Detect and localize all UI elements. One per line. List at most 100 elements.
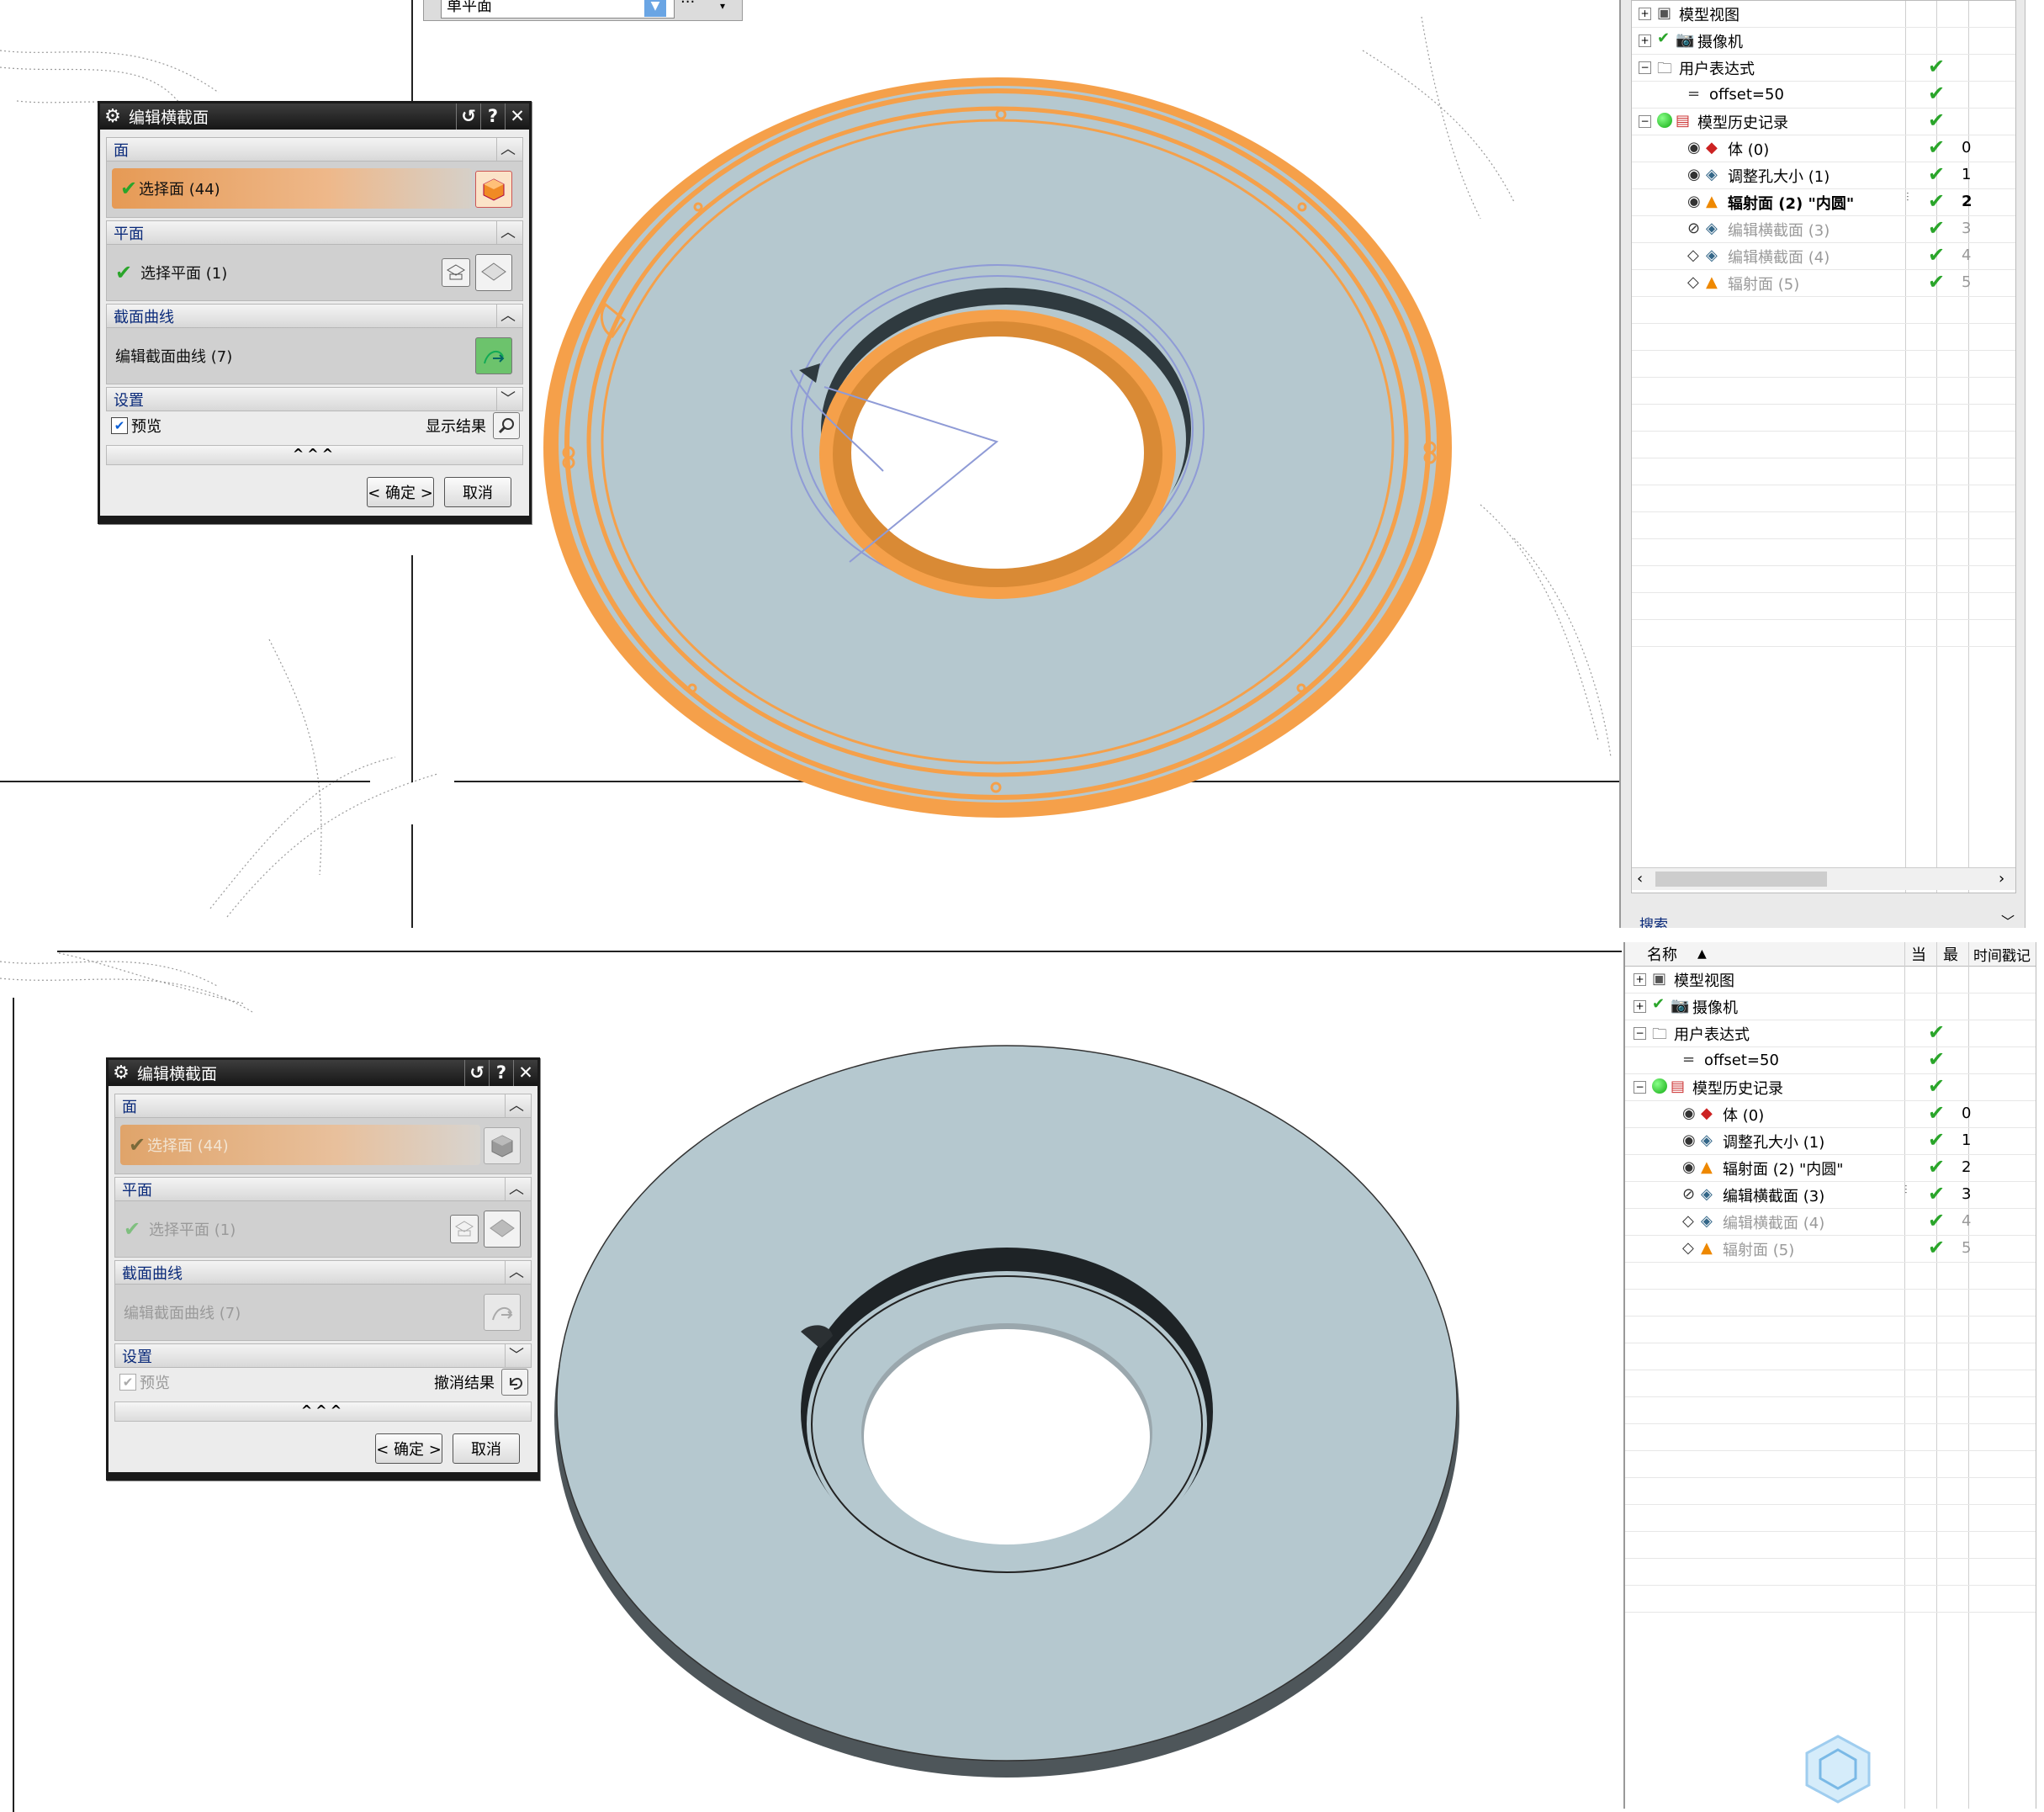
section-face-header[interactable]: 面 ︿ [106,137,523,162]
plane-selector-icon[interactable] [475,254,512,291]
more-options-expander[interactable]: ^^^ [114,1401,532,1422]
undo-icon[interactable] [501,1369,528,1396]
section-plane-header[interactable]: 平面 ︿ [114,1177,532,1201]
chevron-up-icon[interactable]: ︿ [496,305,519,327]
tree-row[interactable]: ◉ ▲ 辐射面 (2) "内圆" ⫶ ✔ 2 [1632,189,2015,216]
scroll-right-icon[interactable]: › [1999,870,2004,887]
tree-row[interactable]: ◇ ▲ 辐射面 (5) ✔ 5 [1625,1236,2036,1263]
part-navigator-bottom[interactable]: 名称 ▲ 当 最 时间戳记 + ▣ 模型视图 + ✔ 📷 摄像机 − 🗀 用户表达式 ✔ = offse… [1623,942,2036,1809]
expand-toggle-icon[interactable]: + [1634,1000,1646,1013]
scroll-thumb[interactable] [1655,872,1827,887]
visibility-icon[interactable]: ◉ [1682,1105,1696,1122]
dialog-title-bar[interactable]: ⚙ 编辑横截面 ↺ ? ✕ [100,103,529,130]
cancel-button[interactable]: 取消 [444,477,511,507]
sort-ascending-icon[interactable]: ▲ [1697,947,1707,961]
bottom-viewport[interactable]: ⚙ 编辑横截面 ↺ ? ✕ 面 ︿ ✔ 选择面 (44) 平面 ︿ ✔ 选择平面… [0,928,1622,1812]
visibility-icon[interactable]: ◇ [1687,273,1699,291]
tree-row[interactable]: ◉ ◆ 体 (0) ✔ 0 [1632,135,2015,162]
curve-edit-icon[interactable] [475,337,512,374]
section-settings-header[interactable]: 设置 ﹀ [114,1343,532,1368]
close-icon[interactable]: ✕ [505,103,529,130]
tree-row[interactable]: − ▤ 模型历史记录 ✔ [1625,1074,2036,1101]
select-face-row[interactable]: ✔ 选择面 (44) [106,162,523,218]
dialog-title-bar[interactable]: ⚙ 编辑横截面 ↺ ? ✕ [109,1060,537,1086]
help-icon[interactable]: ? [489,1060,513,1086]
chevron-up-icon[interactable]: ︿ [505,1094,527,1117]
magnifier-icon[interactable] [493,412,520,439]
plane-dialog-icon[interactable] [442,258,470,287]
section-curve-header[interactable]: 截面曲线 ︿ [114,1260,532,1285]
tree-row[interactable]: ◉ ◆ 体 (0) ✔ 0 [1625,1101,2036,1128]
tree-row[interactable]: ◇ ◈ 编辑横截面 (4) ✔ 4 [1632,243,2015,270]
reset-icon[interactable]: ↺ [456,103,480,130]
tree-row[interactable]: ◇ ▲ 辐射面 (5) ✔ 5 [1632,270,2015,297]
chevron-down-icon[interactable]: ﹀ [496,388,519,411]
expand-toggle-icon[interactable]: + [1634,973,1646,986]
tree-row[interactable]: + ✔ 📷 摄像机 [1625,993,2036,1020]
part-navigator-top[interactable]: + ▣ 模型视图 + ✔ 📷 摄像机 − 🗀 用户表达式 ✔ = offset=50 ✔ − ▤ 模型历史记录 ✔… [1619,0,2025,928]
expand-toggle-icon[interactable]: + [1639,8,1651,20]
expand-toggle-icon[interactable]: − [1634,1081,1646,1094]
navigator-header[interactable]: 名称 ▲ 当 最 时间戳记 [1625,942,2036,967]
edit-section-dialog[interactable]: ⚙ 编辑横截面 ↺ ? ✕ 面 ︿ ✔ 选择面 (44) 平面 ︿ ✔ 选择平面… [98,101,532,524]
chevron-down-icon[interactable]: ﹀ [2001,910,2015,928]
section-curve-header[interactable]: 截面曲线 ︿ [106,304,523,328]
more-options-expander[interactable]: ^^^ [106,445,523,465]
help-icon[interactable]: ? [480,103,505,130]
header-current[interactable]: 当 [1911,943,1926,965]
visibility-icon[interactable]: ◉ [1682,1158,1696,1176]
tree-row[interactable]: ⊘ ◈ 编辑横截面 (3) ✔ 3 [1632,216,2015,243]
cancel-button[interactable]: 取消 [453,1433,520,1464]
chevron-up-icon[interactable]: ︿ [505,1261,527,1284]
visibility-icon[interactable]: ◉ [1687,193,1701,210]
visibility-icon[interactable]: ◉ [1687,139,1701,156]
header-latest[interactable]: 最 [1943,943,1958,965]
edit-section-dialog[interactable]: ⚙ 编辑横截面 ↺ ? ✕ 面 ︿ ✔ 选择面 (44) 平面 ︿ ✔ 选择平面… [106,1057,540,1481]
tree-row[interactable]: = offset=50 ✔ [1625,1047,2036,1074]
visibility-icon[interactable]: ◉ [1687,166,1701,183]
preview-checkbox[interactable]: ✔ [111,417,128,434]
tree-row[interactable]: + ▣ 模型视图 [1632,1,2015,28]
ok-button[interactable]: < 确定 > [367,477,434,507]
horizontal-scrollbar[interactable]: ‹ › [1632,867,2015,890]
tree-row[interactable]: ◉ ◈ 调整孔大小 (1) ✔ 1 [1625,1128,2036,1155]
top-viewport[interactable]: 单平面 ▼ ··· ▾ ⚙ 编辑横截面 ↺ ? ✕ 面 ︿ ✔ 选择面 (44)… [0,0,1619,928]
gear-icon[interactable]: ⚙ [100,106,125,127]
expand-toggle-icon[interactable]: − [1634,1027,1646,1040]
tree-row[interactable]: = offset=50 ✔ [1632,82,2015,109]
chevron-up-icon[interactable]: ︿ [505,1178,527,1200]
tree-row[interactable]: ◉ ◈ 调整孔大小 (1) ✔ 1 [1632,162,2015,189]
select-plane-row[interactable]: ✔ 选择平面 (1) [106,245,523,301]
visibility-icon[interactable]: ⊘ [1687,220,1700,237]
ok-button[interactable]: < 确定 > [375,1433,442,1464]
section-plane-header[interactable]: 平面 ︿ [106,220,523,245]
expand-toggle-icon[interactable]: − [1639,61,1651,74]
section-face-header[interactable]: 面 ︿ [114,1094,532,1118]
face-selector-cube-icon[interactable] [475,171,512,208]
visibility-icon[interactable]: ⊘ [1682,1185,1695,1203]
tree-row[interactable]: + ✔ 📷 摄像机 [1632,28,2015,55]
chevron-up-icon[interactable]: ︿ [496,138,519,161]
expand-toggle-icon[interactable]: + [1639,34,1651,47]
header-name[interactable]: 名称 [1647,943,1677,965]
edit-curve-row[interactable]: 编辑截面曲线 (7) [106,328,523,384]
reset-icon[interactable]: ↺ [464,1060,489,1086]
tree-row[interactable]: ⊘ ◈ 编辑横截面 (3) ⫶ ✔ 3 [1625,1182,2036,1209]
close-icon[interactable]: ✕ [513,1060,537,1086]
visibility-icon[interactable]: ◇ [1682,1239,1694,1257]
tree-row[interactable]: ◇ ◈ 编辑横截面 (4) ✔ 4 [1625,1209,2036,1236]
tree-row[interactable]: − ▤ 模型历史记录 ✔ [1632,109,2015,135]
tree-row[interactable]: − 🗀 用户表达式 ✔ [1632,55,2015,82]
expand-toggle-icon[interactable]: − [1639,115,1651,128]
visibility-icon[interactable]: ◇ [1687,246,1699,264]
gear-icon[interactable]: ⚙ [109,1062,134,1083]
tree-row[interactable]: − 🗀 用户表达式 ✔ [1625,1020,2036,1047]
chevron-down-icon[interactable]: ﹀ [505,1344,527,1367]
scroll-left-icon[interactable]: ‹ [1637,870,1643,887]
section-settings-header[interactable]: 设置 ﹀ [106,387,523,411]
visibility-icon[interactable]: ◉ [1682,1131,1696,1149]
visibility-icon[interactable]: ◇ [1682,1212,1694,1230]
chevron-up-icon[interactable]: ︿ [496,221,519,244]
tree-row[interactable]: ◉ ▲ 辐射面 (2) "内圆" ✔ 2 [1625,1155,2036,1182]
tree-row[interactable]: + ▣ 模型视图 [1625,967,2036,993]
